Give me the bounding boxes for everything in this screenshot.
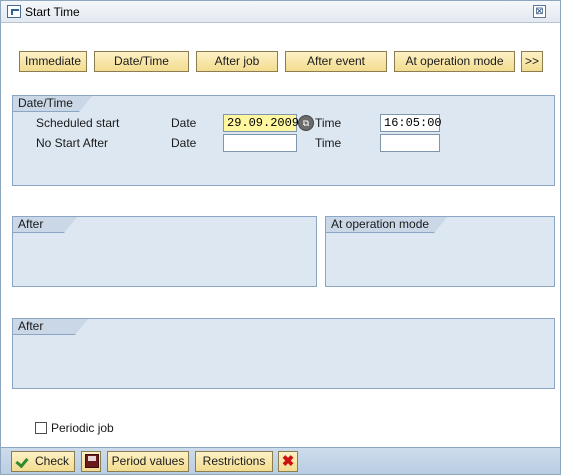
check-button-label: Check [35, 454, 70, 468]
operation-mode-group: At operation mode [325, 216, 555, 287]
periodic-job-checkbox[interactable] [35, 422, 47, 434]
after-job-group-title: After job [12, 216, 78, 233]
no-start-time-field[interactable] [380, 134, 440, 152]
close-icon[interactable]: ⊠ [533, 5, 546, 18]
date-time-group-title: Date/Time [12, 95, 93, 112]
no-start-date-label: Date [171, 136, 197, 150]
scheduled-date-label: Date [171, 116, 197, 130]
period-values-button[interactable]: Period values [107, 451, 189, 472]
more-button[interactable]: >> [521, 51, 543, 72]
no-start-date-field[interactable] [223, 134, 297, 152]
title-bar: Start Time ⊠ [1, 1, 560, 23]
scheduled-time-field[interactable]: 16:05:00 [380, 114, 442, 132]
start-time-dialog: Start Time ⊠ Immediate Date/Time After j… [0, 0, 561, 475]
after-job-group: After job [12, 216, 317, 287]
window-title: Start Time [25, 5, 80, 19]
check-button[interactable]: Check [11, 451, 75, 472]
checkmark-icon [15, 454, 29, 469]
cancel-button[interactable]: ✖ [278, 451, 298, 472]
after-event-button[interactable]: After event [285, 51, 387, 72]
restrictions-button[interactable]: Restrictions [195, 451, 273, 472]
no-start-time-label: Time [315, 136, 342, 150]
after-job-button[interactable]: After job [196, 51, 278, 72]
no-start-after-label: No Start After [36, 136, 109, 150]
save-button[interactable] [81, 451, 101, 472]
periodic-job-label: Periodic job [51, 421, 114, 435]
save-icon [85, 454, 99, 468]
cancel-icon: ✖ [281, 453, 295, 470]
at-operation-mode-button[interactable]: At operation mode [394, 51, 515, 72]
scheduled-date-field[interactable]: 29.09.2009 [223, 114, 299, 132]
window-icon [7, 5, 21, 18]
value-help-icon[interactable]: ⧉ [298, 115, 314, 131]
operation-mode-group-title: At operation mode [325, 216, 448, 233]
date-time-button[interactable]: Date/Time [94, 51, 189, 72]
date-time-group: Date/Time Scheduled start Date 29.09.200… [12, 95, 555, 186]
after-event-group-title: After event [12, 318, 89, 335]
scheduled-time-label: Time [315, 116, 342, 130]
bottom-toolbar: Check Period values Restrictions ✖ [1, 447, 560, 474]
immediate-button[interactable]: Immediate [19, 51, 87, 72]
scheduled-start-label: Scheduled start [36, 116, 120, 130]
after-event-group: After event [12, 318, 555, 389]
